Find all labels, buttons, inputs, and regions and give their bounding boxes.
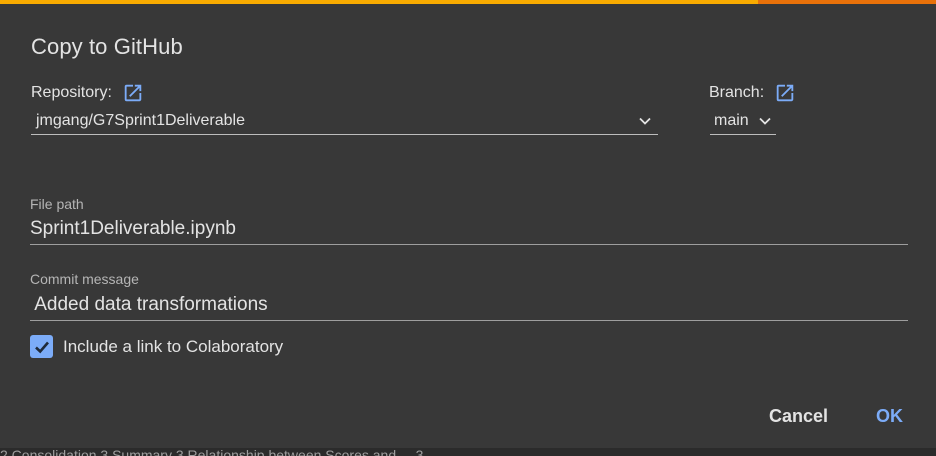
open-in-new-icon[interactable] xyxy=(122,82,144,104)
commit-message-label: Commit message xyxy=(30,271,139,287)
branch-label-row: Branch: xyxy=(709,82,796,104)
cancel-button[interactable]: Cancel xyxy=(769,406,828,427)
chevron-down-icon xyxy=(758,114,772,128)
progress-bar xyxy=(0,0,936,4)
repository-select[interactable]: jmgang/G7Sprint1Deliverable xyxy=(31,112,658,135)
include-link-checkbox[interactable] xyxy=(30,335,53,358)
file-path-input[interactable]: Sprint1Deliverable.ipynb xyxy=(30,218,908,245)
repository-label: Repository: xyxy=(31,84,112,101)
branch-select[interactable]: main xyxy=(710,112,776,135)
branch-label: Branch: xyxy=(709,84,765,101)
commit-message-input[interactable]: Added data transformations xyxy=(30,294,908,321)
repository-label-row: Repository: xyxy=(31,82,144,104)
repository-select-value: jmgang/G7Sprint1Deliverable xyxy=(36,112,245,129)
ok-button[interactable]: OK xyxy=(876,406,903,427)
file-path-label: File path xyxy=(30,196,84,212)
background-notebook-toc: 2 Consolidation 3 Summary 3 Relationship… xyxy=(0,448,424,456)
include-link-label: Include a link to Colaboratory xyxy=(63,336,284,356)
include-link-row: Include a link to Colaboratory xyxy=(30,335,283,358)
dialog-title: Copy to GitHub xyxy=(31,34,183,59)
chevron-down-icon xyxy=(638,114,652,128)
copy-to-github-dialog: Copy to GitHub Repository: jmgang/G7Spri… xyxy=(0,0,936,448)
progress-bar-fill xyxy=(0,0,759,4)
open-in-new-icon[interactable] xyxy=(774,82,796,104)
branch-select-value: main xyxy=(714,112,749,129)
checkmark-icon xyxy=(34,341,49,353)
